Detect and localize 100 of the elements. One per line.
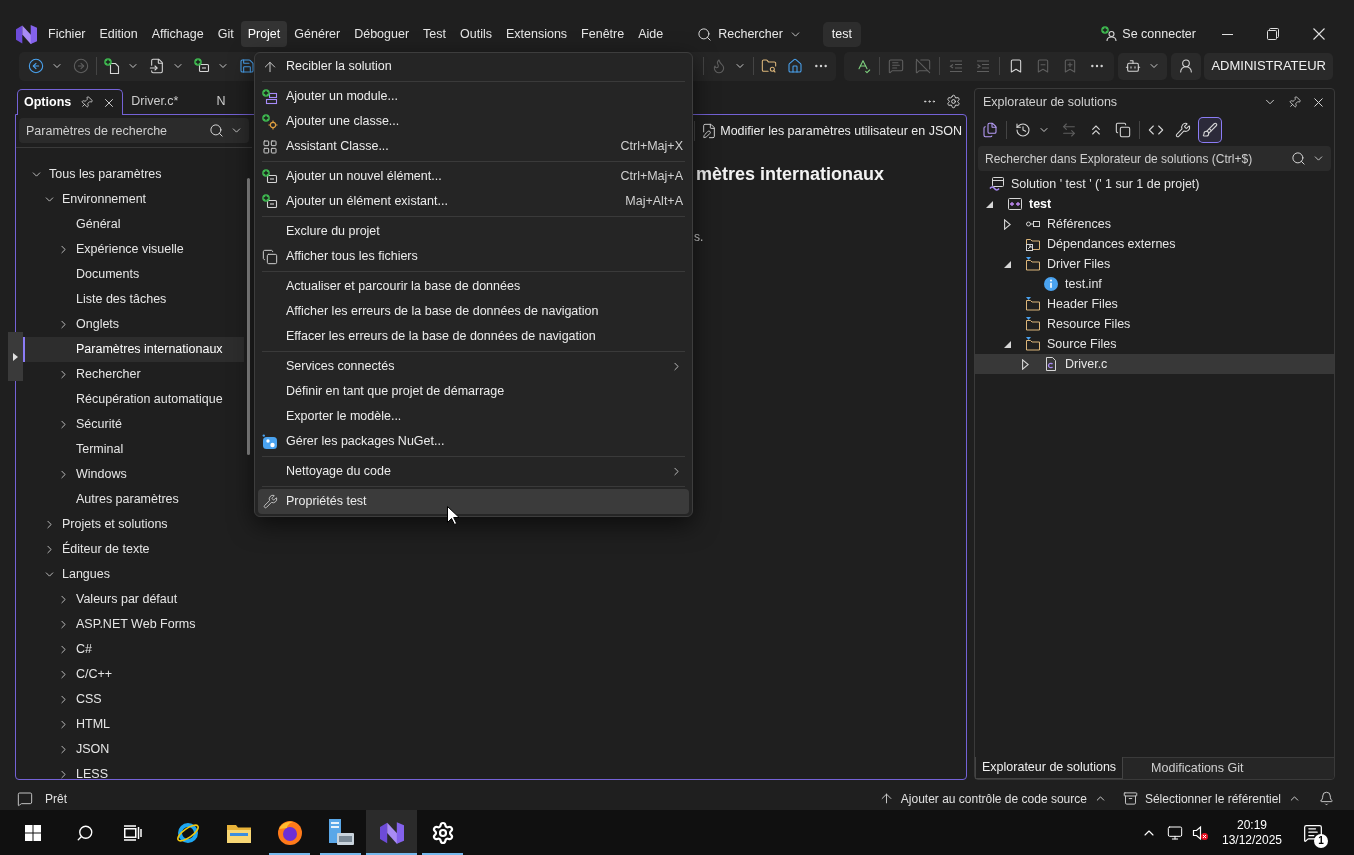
tree-item[interactable]: Expérience visuelle [23,237,244,262]
tree-item[interactable]: Driver.c [975,354,1334,374]
tree-item[interactable]: test.inf [975,274,1334,294]
menu-item[interactable]: Exclure du projet [258,219,689,244]
wrench-icon [262,494,278,509]
scrollbar-thumb[interactable] [246,178,250,455]
tree-item[interactable]: Rechercher [23,362,244,387]
account-button[interactable]: ADMINISTRATEUR [1204,52,1333,80]
edit-json-button[interactable]: Modifier les paramètres utilisateur en JSON [701,119,962,143]
menu-item[interactable]: Nettoyage du code [258,459,689,484]
tree-item[interactable]: Autres paramètres [23,487,244,512]
search-field[interactable]: Rechercher dans Explorateur de solutions (Ctrl+$) [978,146,1286,171]
tree-item[interactable]: Général [23,212,244,237]
app-logo-icon [16,24,37,44]
mouse-pointer-icon [447,506,459,525]
round-logo-icon [276,819,303,846]
menu-item[interactable]: Outils [453,21,499,47]
notifications-button[interactable]: 1 [1298,810,1328,855]
menu-item[interactable]: Ajouter une classe... [258,109,689,134]
tree-item[interactable]: CSS [23,687,244,712]
tree-item[interactable]: Header Files [975,294,1334,314]
file-pen-icon [701,123,718,139]
tree-item[interactable]: Sécurité [23,412,244,437]
menu-item[interactable]: Edition [92,21,145,47]
tree-item[interactable]: Projets et solutions [23,512,244,537]
pin-button[interactable] [80,96,94,109]
menu-item[interactable]: Actualiser et parcourir la base de données [258,274,689,299]
menu-item[interactable]: Services connectés [258,354,689,379]
menu-item[interactable]: Extensions [498,21,575,47]
tree-item[interactable]: LESS [23,762,244,779]
menu-item[interactable]: Ajouter un module... [258,84,689,109]
tree-item[interactable]: ASP.NET Web Forms [23,612,244,637]
tree-item[interactable]: C# [23,637,244,662]
sign-in-button[interactable]: Se connecter [1101,21,1196,47]
menu-item[interactable]: Aide [631,21,671,47]
tree-item[interactable]: Langues [23,562,244,587]
date-text: 13/12/2025 [1221,832,1283,848]
source-control-button[interactable]: Ajouter au contrôle de code source [878,789,1107,808]
tree-item[interactable]: Source Files [975,334,1334,354]
tree-item[interactable]: test [975,194,1334,214]
menu-item[interactable]: Fichier [41,21,93,47]
plus-box-icon [262,168,278,185]
tree-item[interactable]: Environnement [23,187,244,212]
tree-item[interactable]: Terminal [23,437,244,462]
tree-item[interactable]: Solution ' test ' (' 1 sur 1 de projet) [975,174,1334,194]
folder-icon [226,822,251,843]
tree-item[interactable]: Windows [23,462,244,487]
tree-item[interactable]: JSON [23,737,244,762]
tab[interactable]: Driver.c* [124,89,187,114]
tree-item[interactable]: Récupération automatique [23,387,244,412]
notifications-button[interactable] [1319,791,1334,806]
tree-item[interactable]: C/C++ [23,662,244,687]
close-icon [1313,28,1325,40]
tree-item[interactable]: Liste des tâches [23,287,244,312]
shortcut-text: Maj+Alt+A [625,193,683,211]
tree-item[interactable]: Références [975,214,1334,234]
tab[interactable]: Modifications Git [1123,757,1272,779]
menu-item[interactable]: Gérer les packages NuGet... [258,429,689,454]
search-button[interactable]: Rechercher [692,21,807,47]
menu-item[interactable]: Git [210,21,241,47]
folder-icon [1025,296,1041,312]
restore-icon [1267,28,1279,40]
tree-item[interactable]: Documents [23,262,244,287]
settings-icon [430,820,455,845]
menu-item[interactable]: Ajouter un nouvel élément... Ctrl+Maj+A [258,164,689,189]
status-text: Prêt [45,790,67,808]
search-icon [1290,151,1306,166]
tree-item[interactable]: Valeurs par défaut [23,587,244,612]
tree-item[interactable]: HTML [23,712,244,737]
menu-item[interactable]: Afficher tous les fichiers [258,244,689,269]
menu-item[interactable]: Projet [240,21,288,47]
menu-item[interactable]: Afficher les erreurs de la base de données de navigation [258,299,689,324]
side-panel-handle[interactable] [8,332,23,381]
solution-name-badge: test [822,21,861,47]
tree-item[interactable]: Onglets [23,312,244,337]
menu-item[interactable]: Affichage [144,21,211,47]
tree-item[interactable]: Dépendances externes [975,234,1334,254]
tree-item[interactable]: Tous les paramètres [23,162,244,187]
tab[interactable]: Options [17,89,124,115]
tree-item[interactable]: Driver Files [975,254,1334,274]
search-field[interactable]: Paramètres de recherche [19,118,204,143]
square-plus-icon [1007,196,1023,212]
menu-item[interactable]: Déboguer [347,21,417,47]
menu-item[interactable]: Définir en tant que projet de démarrage [258,379,689,404]
menu-item[interactable]: Fenêtre [574,21,632,47]
search-icon [208,123,224,138]
tree-item[interactable]: Resource Files [975,314,1334,334]
menu-item[interactable]: Effacer les erreurs de la base de données de navigation [258,324,689,349]
menu-item[interactable]: Assistant Classe... Ctrl+Maj+X [258,134,689,159]
menu-item[interactable]: Exporter le modèle... [258,404,689,429]
tree-item[interactable]: Éditeur de texte [23,537,244,562]
tab[interactable]: Explorateur de solutions [975,757,1124,779]
tree-item[interactable]: Paramètres internationaux [23,337,244,362]
repository-button[interactable]: Sélectionner le référentiel [1122,789,1301,808]
menu-item[interactable]: Générer [287,21,348,47]
tab[interactable]: N [209,89,234,114]
menu-item[interactable]: Propriétés test [258,489,689,514]
menu-item[interactable]: Test [416,21,453,47]
taskbar-button[interactable] [366,810,417,855]
menu-item[interactable]: Ajouter un élément existant... Maj+Alt+A [258,189,689,214]
